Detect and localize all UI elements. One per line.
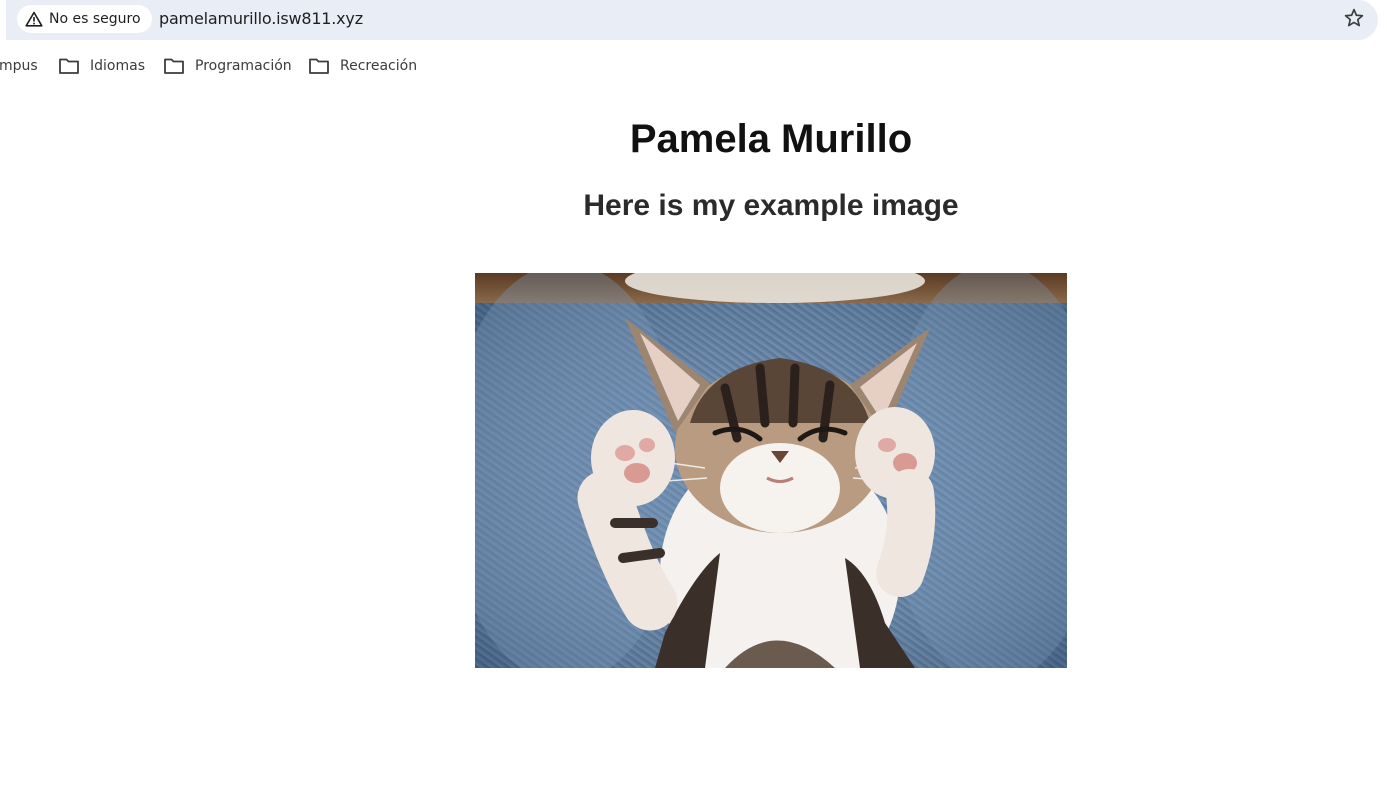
warning-triangle-icon bbox=[25, 11, 43, 27]
star-icon bbox=[1343, 7, 1365, 34]
address-bar[interactable]: No es seguro pamelamurillo.isw811.xyz bbox=[6, 0, 1378, 40]
bookmark-label: Programación bbox=[195, 58, 292, 74]
bookmark-folder-recreacion[interactable]: Recreación bbox=[308, 55, 417, 77]
bookmark-folder-campus[interactable]: mpus bbox=[0, 55, 38, 77]
url-text[interactable]: pamelamurillo.isw811.xyz bbox=[159, 9, 363, 28]
bookmarks-bar: mpus Idiomas Programación Recreación bbox=[0, 50, 1387, 82]
folder-icon bbox=[58, 57, 80, 75]
bookmark-folder-idiomas[interactable]: Idiomas bbox=[58, 55, 145, 77]
folder-icon bbox=[163, 57, 185, 75]
browser-toolbar: No es seguro pamelamurillo.isw811.xyz bbox=[0, 0, 1387, 44]
bookmark-label: Recreación bbox=[340, 58, 418, 74]
bookmark-label: mpus bbox=[0, 58, 38, 74]
security-indicator-chip[interactable]: No es seguro bbox=[17, 5, 152, 33]
bookmark-star-button[interactable] bbox=[1341, 7, 1367, 33]
folder-icon bbox=[308, 57, 330, 75]
page-subtitle: Here is my example image bbox=[583, 189, 959, 222]
page-content: Pamela Murillo Here is my example image bbox=[0, 84, 1387, 787]
page-title: Pamela Murillo bbox=[629, 117, 913, 161]
security-label: No es seguro bbox=[49, 11, 141, 27]
kitten-photo bbox=[475, 273, 1067, 668]
bookmark-label: Idiomas bbox=[90, 58, 145, 74]
bookmark-folder-programacion[interactable]: Programación bbox=[163, 55, 292, 77]
